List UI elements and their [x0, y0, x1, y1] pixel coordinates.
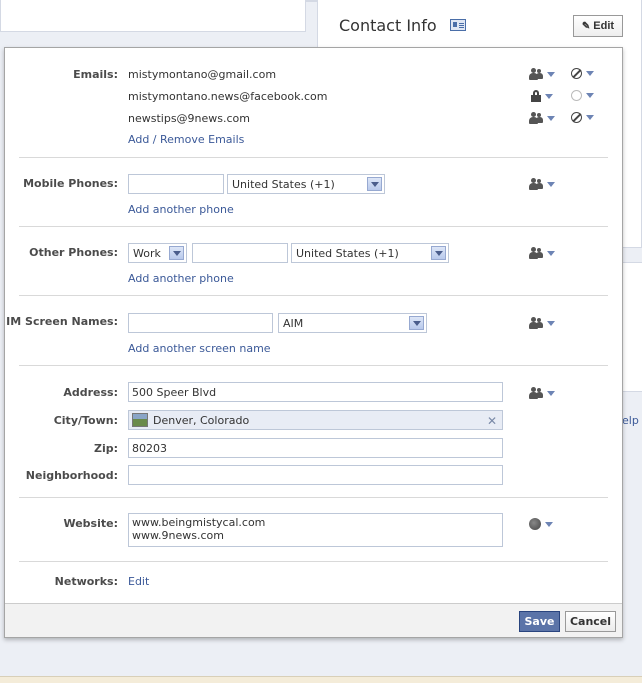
dialog-footer: Save Cancel [5, 603, 622, 637]
city-town-token[interactable]: Denver, Colorado ✕ [128, 410, 503, 430]
email-1-visibility-selector[interactable] [571, 68, 594, 79]
im-screen-names-label: IM Screen Names: [6, 315, 118, 328]
networks-edit-link[interactable]: Edit [128, 575, 149, 588]
chevron-down-icon [545, 93, 553, 99]
help-link[interactable]: elp [622, 414, 639, 427]
slashed-circle-icon [571, 112, 582, 123]
email-2-privacy-selector[interactable] [531, 90, 553, 102]
edit-button-label: Edit [593, 20, 615, 32]
chevron-down-icon [545, 521, 553, 527]
save-button[interactable]: Save [519, 611, 560, 632]
chevron-down-icon [586, 93, 594, 98]
country-value: United States (+1) [232, 178, 335, 191]
address-privacy-selector[interactable] [529, 387, 555, 399]
chevron-down-icon [547, 250, 555, 256]
website-textarea[interactable] [128, 513, 503, 547]
email-3: newstips@9news.com [128, 112, 251, 125]
background-card-side [620, 262, 642, 392]
address-label: Address: [63, 386, 118, 399]
im-service-value: AIM [283, 317, 304, 330]
people-icon [529, 247, 543, 259]
networks-label: Networks: [54, 575, 118, 588]
email-2: mistymontano.news@facebook.com [128, 90, 328, 103]
emails-label: Emails: [73, 68, 118, 81]
background-card [0, 0, 306, 32]
chevron-down-icon [547, 115, 555, 121]
email-1: mistymontano@gmail.com [128, 68, 277, 81]
city-thumbnail [132, 413, 148, 427]
website-label: Website: [63, 517, 118, 530]
cancel-button[interactable]: Cancel [565, 611, 616, 632]
neighborhood-input[interactable] [128, 465, 503, 485]
chevron-down-icon [547, 320, 555, 326]
chevron-down-icon [367, 177, 382, 191]
section-divider [19, 497, 608, 498]
chevron-down-icon [586, 115, 594, 120]
chevron-down-icon [431, 246, 446, 260]
people-icon [529, 112, 543, 124]
add-other-phone-link[interactable]: Add another phone [128, 272, 234, 285]
empty-circle-icon [571, 90, 582, 101]
pencil-icon: ✎ [581, 20, 591, 32]
add-remove-emails-link[interactable]: Add / Remove Emails [128, 133, 244, 146]
im-privacy-selector[interactable] [529, 317, 555, 329]
phone-type-value: Work [133, 247, 161, 260]
zip-label: Zip: [93, 442, 118, 455]
contact-info-editor: Emails: mistymontano@gmail.com mistymont… [4, 47, 623, 638]
city-town-label: City/Town: [53, 414, 118, 427]
im-name-input[interactable] [128, 313, 273, 333]
email-2-visibility-selector[interactable] [571, 90, 594, 101]
other-phone-input[interactable] [192, 243, 288, 263]
bottom-strip [0, 676, 642, 683]
section-divider [19, 157, 608, 158]
mobile-phone-country-select[interactable]: United States (+1) [227, 174, 385, 194]
add-screen-name-link[interactable]: Add another screen name [128, 342, 271, 355]
close-icon[interactable]: ✕ [487, 414, 497, 428]
section-title: Contact Info [339, 16, 437, 35]
email-3-visibility-selector[interactable] [571, 112, 594, 123]
email-3-privacy-selector[interactable] [529, 112, 555, 124]
mobile-phones-label: Mobile Phones: [23, 177, 118, 190]
people-icon [529, 68, 543, 80]
globe-icon [529, 518, 541, 530]
section-divider [19, 226, 608, 227]
chevron-down-icon [547, 71, 555, 77]
other-phones-label: Other Phones: [29, 246, 118, 259]
chevron-down-icon [169, 246, 184, 260]
im-service-select[interactable]: AIM [278, 313, 427, 333]
add-mobile-phone-link[interactable]: Add another phone [128, 203, 234, 216]
neighborhood-label: Neighborhood: [25, 469, 118, 482]
people-icon [529, 387, 543, 399]
chevron-down-icon [547, 390, 555, 396]
mobile-phone-input[interactable] [128, 174, 224, 194]
website-privacy-selector[interactable] [529, 518, 553, 530]
address-input[interactable] [128, 382, 503, 402]
other-phone-privacy-selector[interactable] [529, 247, 555, 259]
section-divider [19, 561, 608, 562]
chevron-down-icon [409, 316, 424, 330]
mobile-phone-privacy-selector[interactable] [529, 178, 555, 190]
email-1-privacy-selector[interactable] [529, 68, 555, 80]
country-value: United States (+1) [296, 247, 399, 260]
chevron-down-icon [586, 71, 594, 76]
people-icon [529, 317, 543, 329]
zip-input[interactable] [128, 438, 503, 458]
city-value: Denver, Colorado [153, 413, 250, 427]
other-phone-country-select[interactable]: United States (+1) [291, 243, 449, 263]
phone-type-select[interactable]: Work [128, 243, 187, 263]
slashed-circle-icon [571, 68, 582, 79]
edit-button[interactable]: ✎ Edit [573, 15, 623, 37]
people-icon [529, 178, 543, 190]
section-divider [19, 365, 608, 366]
contact-card-icon [450, 19, 466, 31]
section-divider [19, 295, 608, 296]
chevron-down-icon [547, 181, 555, 187]
lock-icon [531, 90, 541, 102]
